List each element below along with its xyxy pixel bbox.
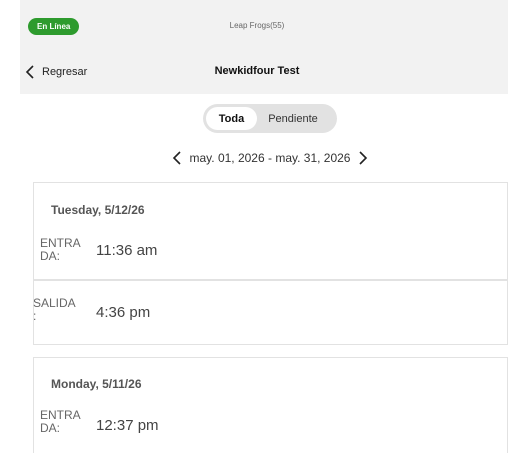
back-button-label: Regresar	[42, 66, 88, 78]
entry-row[interactable]: SALIDA : 4:36 pm	[33, 280, 508, 345]
entry-time: 4:36 pm	[96, 304, 151, 321]
filter-segmented-control: Toda Pendiente	[203, 104, 337, 133]
day-card: Monday, 5/11/26 ENTRA DA: 12:37 pm	[33, 357, 508, 453]
child-name-title: Newkidfour Test	[214, 65, 300, 77]
filter-tab-pending[interactable]: Pendiente	[257, 107, 329, 130]
date-range-selector: may. 01, 2026 - may. 31, 2026	[155, 148, 385, 168]
entry-time: 12:37 pm	[96, 417, 159, 434]
entry-type-label: ENTRA DA:	[40, 236, 81, 263]
chevron-right-icon	[359, 151, 368, 165]
day-date: Tuesday, 5/12/26	[51, 203, 145, 217]
top-header	[20, 0, 508, 94]
entry-type-label: SALIDA :	[33, 296, 76, 323]
previous-month-button[interactable]	[171, 149, 183, 167]
center-name: Leap Frogs(55)	[229, 21, 285, 30]
filter-tab-all[interactable]: Toda	[206, 107, 257, 130]
back-button[interactable]: Regresar	[24, 63, 87, 81]
chevron-left-icon	[25, 65, 34, 79]
next-month-button[interactable]	[357, 149, 369, 167]
day-date: Monday, 5/11/26	[51, 377, 142, 391]
online-status-badge: En Línea	[28, 18, 80, 35]
date-range-text: may. 01, 2026 - may. 31, 2026	[189, 151, 351, 165]
entry-type-label: ENTRA DA:	[40, 408, 81, 435]
day-card: Tuesday, 5/12/26 ENTRA DA: 11:36 am	[33, 182, 508, 280]
chevron-left-icon	[172, 151, 181, 165]
entry-time: 11:36 am	[96, 242, 158, 259]
